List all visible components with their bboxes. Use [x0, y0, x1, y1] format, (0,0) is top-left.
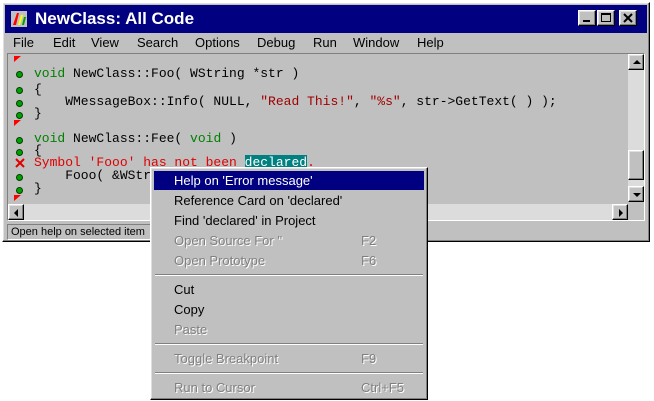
- title-bar[interactable]: NewClass: All Code: [5, 5, 647, 33]
- minimize-button[interactable]: [578, 10, 596, 26]
- line-status-marker: [16, 187, 23, 194]
- minimize-icon: [583, 20, 590, 22]
- vertical-scrollbar[interactable]: [628, 54, 644, 202]
- line-status-marker: [16, 71, 23, 78]
- code-line: Fooo( &WStr: [34, 168, 152, 183]
- menu-help[interactable]: Help: [417, 35, 444, 50]
- menu-edit[interactable]: Edit: [53, 35, 75, 50]
- vertical-scroll-thumb[interactable]: [628, 150, 644, 180]
- code-line: }: [34, 181, 42, 196]
- menu-window[interactable]: Window: [353, 35, 399, 50]
- menu-view[interactable]: View: [91, 35, 119, 50]
- breakpoint-marker-icon: [14, 195, 21, 201]
- menu-file[interactable]: File: [13, 35, 34, 50]
- ctx-open-source[interactable]: Open Source For '' F2: [154, 231, 424, 250]
- menu-options[interactable]: Options: [195, 35, 240, 50]
- close-button[interactable]: [619, 10, 637, 26]
- line-status-marker: [16, 174, 23, 181]
- line-status-marker: [16, 137, 23, 144]
- arrow-down-icon: [633, 193, 641, 197]
- breakpoint-marker-icon: [14, 56, 21, 62]
- arrow-left-icon: [14, 209, 18, 217]
- ctx-paste[interactable]: Paste: [154, 320, 424, 339]
- scroll-right-button[interactable]: [612, 204, 628, 220]
- arrow-up-icon: [633, 60, 641, 64]
- menu-run[interactable]: Run: [313, 35, 337, 50]
- window-title: NewClass: All Code: [35, 9, 195, 28]
- scroll-up-button[interactable]: [628, 54, 644, 70]
- status-bar: Open help on selected item: [7, 224, 153, 240]
- menu-separator: [155, 372, 423, 374]
- menu-search[interactable]: Search: [137, 35, 178, 50]
- ctx-toggle-breakpoint[interactable]: Toggle Breakpoint F9: [154, 349, 424, 368]
- ctx-copy[interactable]: Copy: [154, 300, 424, 319]
- close-icon: [623, 13, 633, 23]
- line-status-marker: [16, 87, 23, 94]
- line-status-marker: [16, 149, 23, 156]
- line-status-marker: [16, 112, 23, 119]
- code-line: void NewClass::Foo( WString *str ): [34, 66, 300, 81]
- line-status-marker: [16, 100, 23, 107]
- context-menu: Help on 'Error message' Reference Card o…: [150, 167, 428, 400]
- scroll-down-button[interactable]: [628, 186, 644, 202]
- maximize-icon: [601, 13, 611, 22]
- menu-debug[interactable]: Debug: [257, 35, 295, 50]
- ctx-cut[interactable]: Cut: [154, 280, 424, 299]
- arrow-right-icon: [619, 209, 623, 217]
- ctx-reference-card[interactable]: Reference Card on 'declared': [154, 191, 424, 210]
- maximize-button[interactable]: [597, 10, 615, 26]
- app-icon: [11, 11, 27, 27]
- ctx-run-to-cursor[interactable]: Run to Cursor Ctrl+F5: [154, 378, 424, 397]
- code-line: WMessageBox::Info( NULL, "Read This!", "…: [34, 94, 557, 109]
- code-line: }: [34, 106, 42, 121]
- scroll-left-button[interactable]: [8, 204, 24, 220]
- code-line: void NewClass::Fee( void ): [34, 131, 237, 146]
- menu-separator: [155, 343, 423, 345]
- menu-separator: [155, 274, 423, 276]
- ctx-help-on-error[interactable]: Help on 'Error message': [154, 171, 424, 190]
- breakpoint-marker-icon: [14, 120, 21, 126]
- ctx-find-in-project[interactable]: Find 'declared' in Project: [154, 211, 424, 230]
- error-x-icon: [15, 158, 25, 168]
- ctx-open-prototype[interactable]: Open Prototype F6: [154, 251, 424, 270]
- menu-bar: File Edit View Search Options Debug Run …: [5, 33, 647, 53]
